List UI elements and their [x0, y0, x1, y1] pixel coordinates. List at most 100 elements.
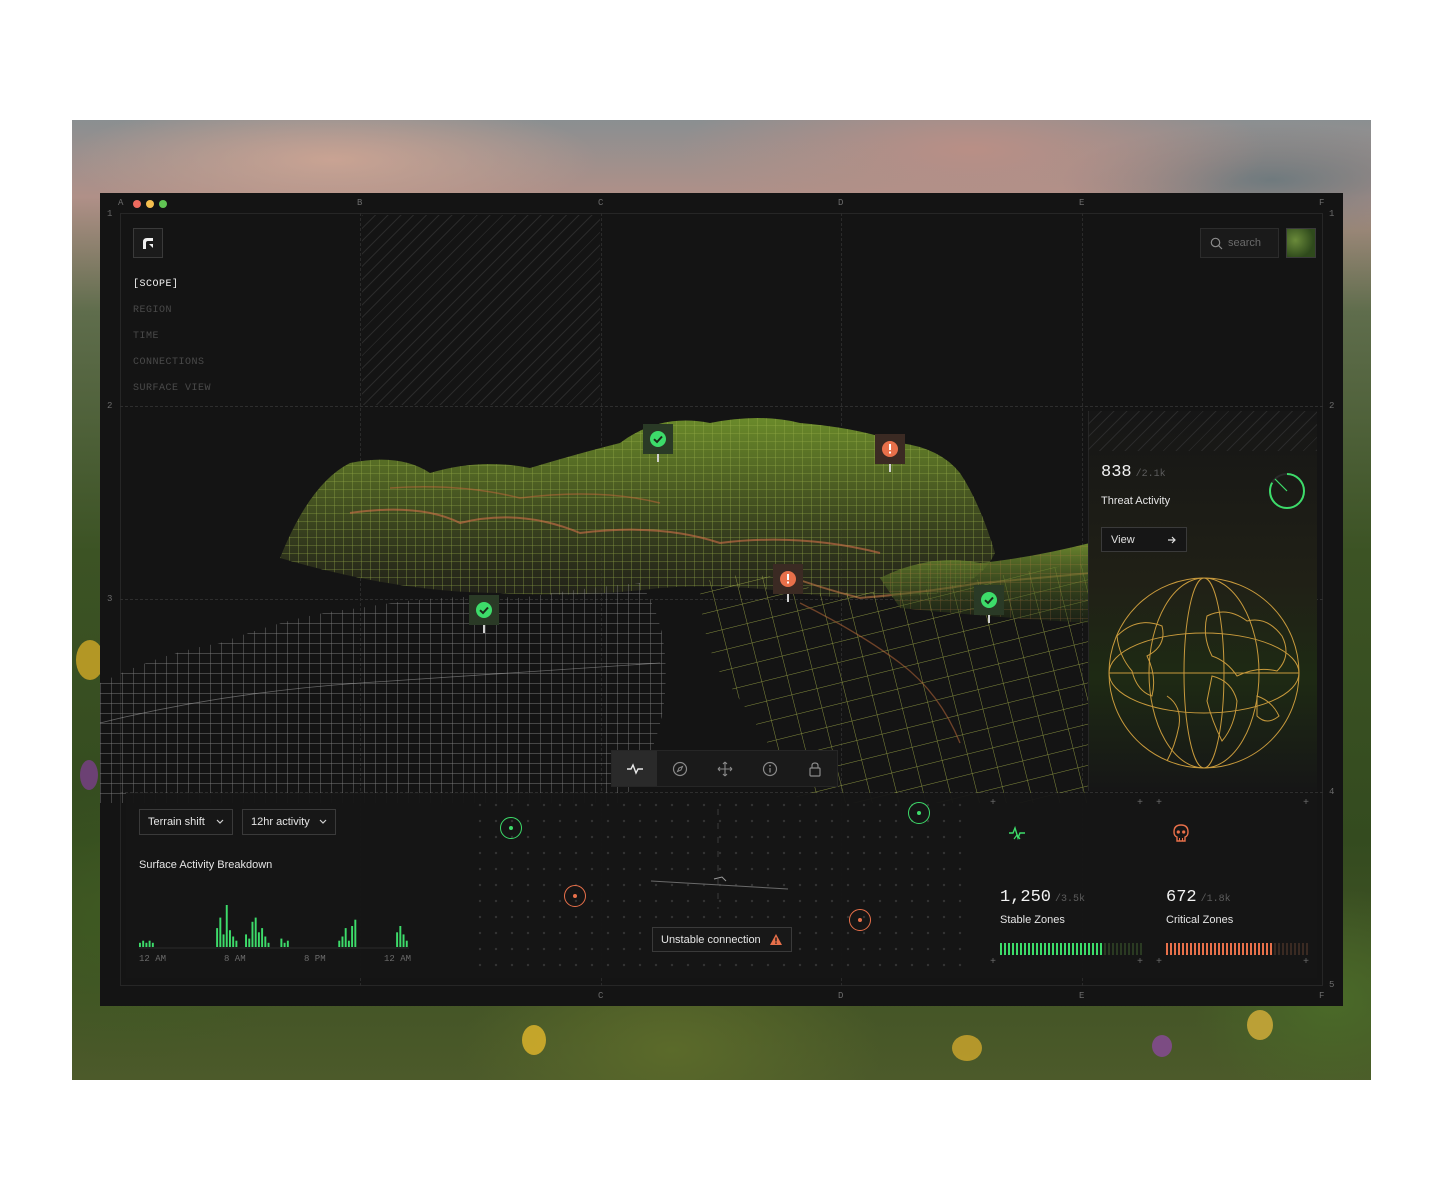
lock-icon: [808, 761, 821, 777]
activity-bar: [257, 932, 260, 947]
view-button[interactable]: View: [1101, 527, 1187, 552]
activity-bar: [267, 942, 270, 947]
nav-item-time[interactable]: TIME: [133, 331, 211, 357]
meter-tick: [1210, 943, 1212, 955]
minimize-dot[interactable]: [146, 200, 154, 208]
nav-item-connections[interactable]: CONNECTIONS: [133, 357, 211, 383]
activity-bar: [251, 921, 254, 947]
status-marker-ok[interactable]: [974, 585, 1004, 623]
tool-lock[interactable]: [792, 751, 837, 786]
chart-title: Surface Activity Breakdown: [139, 859, 273, 871]
globe-icon: [1108, 577, 1300, 769]
node-target-warn[interactable]: [564, 885, 586, 907]
chart-x-tick: 8 PM: [304, 954, 326, 964]
dropdown-label: 12hr activity: [251, 816, 310, 828]
tool-pulse[interactable]: [612, 751, 657, 786]
grid-col-label: C: [598, 991, 604, 1001]
meter-tick: [1182, 943, 1184, 955]
check-icon: [650, 431, 666, 447]
maximize-dot[interactable]: [159, 200, 167, 208]
terrain-shift-dropdown[interactable]: Terrain shift: [139, 809, 233, 835]
activity-bar: [222, 934, 225, 947]
meter-tick: [1234, 943, 1236, 955]
activity-range-dropdown[interactable]: 12hr activity: [242, 809, 336, 835]
meter-tick: [1068, 943, 1070, 955]
activity-bar: [235, 940, 238, 947]
node-target-ok[interactable]: [908, 802, 930, 824]
meter-tick: [1194, 943, 1196, 955]
warning-triangle-icon: [770, 934, 782, 945]
meter-tick: [1084, 943, 1086, 955]
activity-bar: [232, 936, 235, 947]
meter-tick: [1028, 943, 1030, 955]
dropdown-label: Terrain shift: [148, 816, 205, 828]
grid-row-label: 5: [1329, 980, 1335, 990]
node-target-warn[interactable]: [849, 909, 871, 931]
meter-tick: [1190, 943, 1192, 955]
search-box[interactable]: search: [1200, 228, 1279, 258]
tool-compass[interactable]: [657, 751, 702, 786]
meter-tick: [1036, 943, 1038, 955]
avatar[interactable]: [1286, 228, 1316, 258]
activity-bar: [245, 934, 247, 947]
activity-bar: [402, 934, 405, 947]
grid-col-label: E: [1079, 991, 1085, 1001]
status-marker-ok[interactable]: [469, 595, 499, 633]
close-dot[interactable]: [133, 200, 141, 208]
meter-tick: [1214, 943, 1216, 955]
arrow-right-icon: [1168, 536, 1176, 543]
meter-tick: [1056, 943, 1058, 955]
flower-decoration: [522, 1025, 546, 1055]
stable-zones-value: 1,250: [1000, 888, 1052, 907]
activity-bar: [396, 932, 399, 947]
meter-tick: [1064, 943, 1066, 955]
tool-info[interactable]: [747, 751, 792, 786]
activity-bar: [354, 919, 357, 947]
meter-tick: [1128, 943, 1130, 955]
threat-total: /2.1k: [1135, 469, 1166, 480]
meter-tick: [1302, 943, 1304, 955]
node-target-ok[interactable]: [500, 817, 522, 839]
activity-bar: [225, 905, 228, 947]
activity-bar: [216, 928, 219, 947]
activity-bar: [261, 928, 264, 947]
meter-tick: [1166, 943, 1168, 955]
threat-value: 838: [1101, 463, 1132, 482]
activity-bar: [405, 940, 408, 947]
app-logo[interactable]: [133, 228, 163, 258]
grid-col-label: D: [838, 991, 844, 1001]
critical-zones-meter: [1166, 943, 1308, 955]
status-marker-ok[interactable]: [643, 424, 673, 462]
corner-marker: +: [1156, 957, 1163, 968]
status-marker-warn[interactable]: [773, 564, 803, 602]
meter-tick: [1016, 943, 1018, 955]
grid-row-label: 1: [107, 209, 113, 219]
corner-marker: +: [1303, 798, 1310, 809]
nav-item-region[interactable]: REGION: [133, 305, 211, 331]
tool-move[interactable]: [702, 751, 747, 786]
activity-bar: [219, 917, 222, 947]
threat-activity-card: 838 /2.1k Threat Activity View: [1088, 411, 1317, 791]
skull-icon: [1173, 824, 1189, 842]
meter-tick: [1032, 943, 1034, 955]
meter-tick: [1254, 943, 1256, 955]
activity-bar: [283, 942, 286, 947]
nav-item-scope[interactable]: [SCOPE]: [133, 279, 211, 305]
meter-tick: [1242, 943, 1244, 955]
terrain-wireframe: [100, 418, 1090, 803]
activity-bar: [280, 938, 283, 947]
meter-tick: [1290, 943, 1292, 955]
meter-tick: [1186, 943, 1188, 955]
chevron-down-icon: [319, 819, 327, 824]
meter-tick: [1270, 943, 1272, 955]
meter-tick: [1044, 943, 1046, 955]
chart-x-tick: 12 AM: [384, 954, 412, 964]
meter-tick: [1052, 943, 1054, 955]
meter-tick: [1132, 943, 1134, 955]
unstable-connection-badge[interactable]: Unstable connection: [652, 927, 792, 952]
activity-bar-chart: [139, 905, 409, 949]
meter-tick: [1120, 943, 1122, 955]
status-marker-warn[interactable]: [875, 434, 905, 472]
view-label: View: [1111, 533, 1135, 546]
activity-bar: [148, 940, 151, 947]
